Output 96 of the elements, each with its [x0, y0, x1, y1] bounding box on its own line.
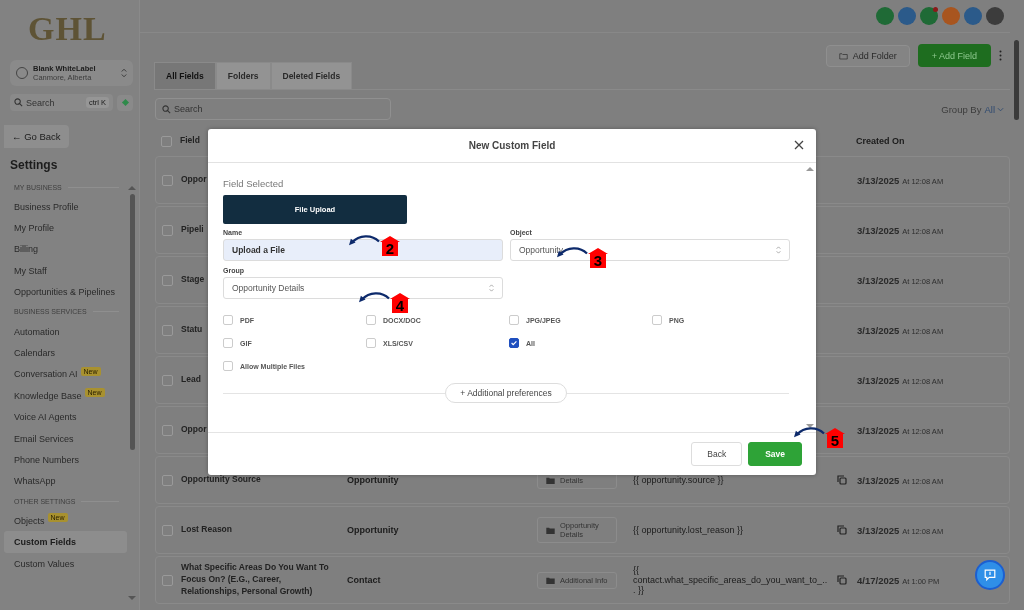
date-text: 3/13/2025: [857, 474, 900, 486]
table-cell: Pipeli: [181, 224, 204, 235]
user-avatar[interactable]: [986, 7, 1004, 25]
copy-icon[interactable]: [837, 475, 847, 485]
tab[interactable]: Deleted Fields: [270, 62, 353, 89]
column-header: Created On: [856, 136, 905, 146]
nav-item[interactable]: Billing: [4, 238, 127, 261]
date-text: 3/13/2025: [857, 324, 900, 336]
tab[interactable]: All Fields: [154, 62, 216, 89]
date-text: 4/17/2025: [857, 574, 900, 586]
nav-item[interactable]: WhatsApp: [4, 470, 127, 493]
sparkle-icon: [121, 98, 129, 107]
nav-item[interactable]: Automation: [4, 320, 127, 343]
scrollbar[interactable]: [806, 167, 814, 428]
folder-icon: [546, 576, 555, 584]
add-field-button[interactable]: + Add Field: [917, 44, 991, 67]
checkbox[interactable]: [162, 474, 173, 486]
dialog-title: New Custom Field: [468, 140, 556, 151]
table-cell: Opportunity Source: [181, 474, 261, 485]
scrollbar[interactable]: [1014, 40, 1019, 120]
table-cell: Contact: [347, 575, 381, 585]
chevron-updown-icon: [489, 284, 494, 292]
copy-icon[interactable]: [837, 525, 847, 535]
date-text: 3/13/2025: [857, 274, 900, 286]
checkbox[interactable]: [509, 338, 519, 348]
tab[interactable]: Folders: [215, 62, 271, 89]
nav-item[interactable]: My Profile: [4, 217, 127, 239]
search-placeholder: Search: [26, 97, 56, 108]
chat-button[interactable]: [975, 560, 1005, 590]
group-by-dropdown[interactable]: All: [984, 103, 1004, 115]
close-icon[interactable]: [794, 140, 804, 150]
date-text: 3/13/2025: [857, 374, 900, 386]
chat-icon: [982, 567, 998, 583]
nav-item[interactable]: Voice AI Agents: [4, 406, 127, 428]
back-button[interactable]: Back: [691, 442, 743, 466]
quick-action-button[interactable]: [117, 94, 133, 111]
date-text: 3/13/2025: [857, 424, 900, 436]
nav-item[interactable]: Custom Values: [4, 552, 127, 575]
table-cell: Statu: [181, 324, 203, 335]
date-text: 3/13/2025: [857, 174, 900, 186]
table-cell: Oppor: [181, 424, 207, 435]
folder-icon: [546, 526, 555, 534]
table-cell-text: {{ opportunity.source }}: [633, 475, 725, 485]
header-app-icon[interactable]: [920, 7, 938, 25]
add-folder-button[interactable]: Add Folder: [825, 44, 910, 67]
settings-heading: Settings: [10, 158, 59, 172]
header-app-icon[interactable]: [942, 7, 960, 25]
nav-item[interactable]: Calendars: [4, 342, 127, 364]
table-cell: Opportunity: [347, 475, 399, 485]
column-header: Field: [180, 135, 200, 146]
header-app-icon[interactable]: [876, 7, 894, 25]
search-field[interactable]: Search: [155, 98, 391, 120]
header-app-icon[interactable]: [964, 7, 982, 25]
search-placeholder: Search: [174, 104, 204, 114]
logo: GHL: [28, 9, 107, 49]
nav-item[interactable]: Business Profile: [4, 196, 127, 218]
nav-item[interactable]: Phone Numbers: [4, 449, 127, 471]
nav-item[interactable]: My Staff: [4, 260, 127, 282]
go-back-button[interactable]: ← Go Back: [4, 125, 69, 148]
save-button[interactable]: Save: [748, 442, 802, 466]
checkbox[interactable]: [162, 324, 173, 336]
table-cell: Stage: [181, 274, 205, 285]
table-cell: Lead: [181, 374, 201, 385]
chevron-updown-icon: [121, 68, 127, 78]
additional-preferences-button[interactable]: + Additional preferences: [445, 383, 567, 403]
table-cell: Lost Reason: [181, 524, 232, 535]
copy-icon[interactable]: [837, 575, 847, 585]
table-cell: Oppor: [181, 174, 207, 185]
chevron-down-icon: [997, 106, 1004, 112]
more-options-icon[interactable]: [999, 50, 1002, 61]
table-cell: Opportunity: [347, 525, 399, 535]
section-label: Field Selected: [223, 178, 285, 189]
nav-item[interactable]: Custom Fields: [4, 531, 127, 553]
checkbox[interactable]: [162, 374, 173, 386]
checkbox[interactable]: [162, 274, 173, 286]
checkbox[interactable]: [162, 574, 173, 586]
nav-item[interactable]: Email Services: [4, 427, 127, 450]
nav-item[interactable]: Opportunities & Pipelines: [4, 281, 127, 303]
search-icon: [162, 104, 171, 114]
table-cell: What Specific Areas Do You Want To Focus On? (E.G., Career, Relationships, Personal Growth): [181, 562, 329, 596]
step-marker: 5: [825, 428, 845, 448]
checkbox[interactable]: [162, 524, 173, 536]
table-cell-text: {{ opportunity.lost_reason }}: [633, 525, 744, 535]
table-cell: {{ contact.what_specific_areas_do_you_want_to_... }}: [633, 565, 829, 595]
checkbox[interactable]: [162, 224, 173, 236]
group-select[interactable]: Opportunity Details: [223, 277, 503, 299]
header-app-icon[interactable]: [898, 7, 916, 25]
checkbox[interactable]: [162, 424, 173, 436]
date-text: 3/13/2025: [857, 524, 900, 536]
chevron-updown-icon: [776, 246, 781, 254]
group-by-label: Group By: [941, 103, 982, 115]
folder-icon: [838, 51, 848, 60]
checkbox[interactable]: [161, 135, 172, 147]
date-text: 3/13/2025: [857, 224, 900, 236]
search-icon: [14, 98, 23, 107]
checkbox[interactable]: [162, 174, 173, 186]
